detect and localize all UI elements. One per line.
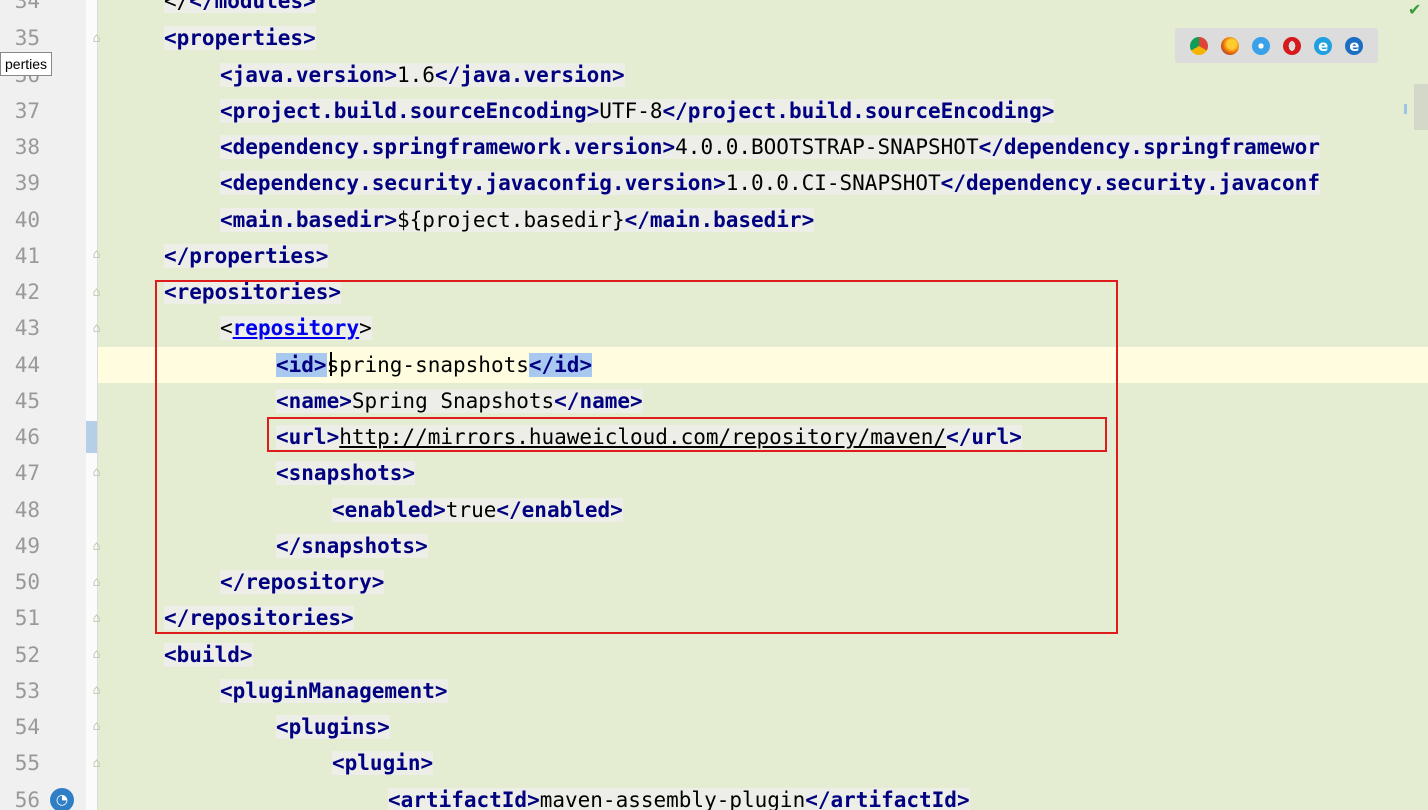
- tag-security-version-close: </dependency.security.javaconf: [940, 171, 1320, 195]
- code-line-39[interactable]: <dependency.security.javaconfig.version>…: [220, 165, 1320, 201]
- line-number: 55: [14, 751, 40, 775]
- fold-marker-icon[interactable]: ⌂: [89, 322, 104, 336]
- tag-build-open: <build>: [164, 643, 253, 667]
- fold-marker-icon[interactable]: ⌂: [89, 286, 104, 300]
- safari-icon[interactable]: [1251, 36, 1270, 55]
- code-line-34[interactable]: </</modules>: [164, 0, 316, 19]
- code-line-56[interactable]: <artifactId>maven-assembly-plugin</artif…: [388, 782, 970, 810]
- breadcrumb-tooltip: perties: [0, 52, 53, 76]
- tag-properties-open: <properties>: [164, 26, 316, 50]
- line-number: 42: [14, 280, 40, 304]
- line-number: 39: [14, 171, 40, 195]
- chrome-icon[interactable]: [1189, 36, 1208, 55]
- repositories-annotation-box: [155, 280, 1118, 634]
- code-line-53[interactable]: <pluginManagement>: [220, 673, 448, 709]
- tag-spring-version-open: <dependency.springframework.version>: [220, 135, 676, 159]
- opera-icon[interactable]: [1283, 36, 1302, 55]
- tag-encoding-open: <project.build.sourceEncoding>: [220, 99, 600, 123]
- java-version-value: 1.6: [397, 63, 435, 87]
- code-line-37[interactable]: <project.build.sourceEncoding>UTF-8</pro…: [220, 93, 1055, 129]
- spring-version-value: 4.0.0.BOOTSTRAP-SNAPSHOT: [675, 135, 979, 159]
- fold-marker-icon[interactable]: ⌂: [89, 720, 104, 734]
- code-line-35[interactable]: <properties>: [164, 20, 316, 56]
- ie-icon[interactable]: e: [1314, 36, 1333, 55]
- line-number: 48: [14, 498, 40, 522]
- fold-marker-icon[interactable]: ⌂: [89, 576, 104, 590]
- line-number: 53: [14, 679, 40, 703]
- tag-basedir-open: <main.basedir>: [220, 208, 398, 232]
- fold-marker-icon[interactable]: ⌂: [89, 466, 104, 480]
- line-number: 44: [14, 353, 40, 377]
- fold-marker-icon[interactable]: ⌂: [89, 648, 104, 662]
- tag-java-version-open: <java.version>: [220, 63, 398, 87]
- line-number: 46: [14, 425, 40, 449]
- fold-marker-icon[interactable]: ⌂: [89, 540, 104, 554]
- fold-marker-icon[interactable]: ⌂: [89, 757, 104, 771]
- code-line-54[interactable]: <plugins>: [276, 709, 390, 745]
- line-number: 47: [14, 461, 40, 485]
- change-marker: [86, 421, 97, 453]
- security-version-value: 1.0.0.CI-SNAPSHOT: [725, 171, 941, 195]
- line-number: 35: [14, 26, 40, 50]
- line-number: 38: [14, 135, 40, 159]
- line-number: 45: [14, 389, 40, 413]
- artifactid-value: maven-assembly-plugin: [539, 788, 806, 810]
- code-line-36[interactable]: <java.version>1.6</java.version>: [220, 57, 625, 93]
- line-number: 40: [14, 208, 40, 232]
- tag-java-version-close: </java.version>: [434, 63, 625, 87]
- scrollbar-marker: [1404, 104, 1407, 114]
- fold-marker-icon[interactable]: ⌂: [89, 684, 104, 698]
- tag-encoding-close: </project.build.sourceEncoding>: [662, 99, 1055, 123]
- fold-marker-icon[interactable]: ⌂: [89, 32, 104, 46]
- line-number: 52: [14, 643, 40, 667]
- edge-icon[interactable]: e: [1345, 36, 1364, 55]
- line-number: 56: [14, 788, 40, 810]
- tag-plugin-open: <plugin>: [332, 751, 434, 775]
- tag-artifactid-open: <artifactId>: [388, 788, 540, 810]
- encoding-value: UTF-8: [599, 99, 663, 123]
- code-editor[interactable]: 3435363738394041424344454647484950515253…: [0, 0, 1428, 810]
- basedir-value: ${project.basedir}: [397, 208, 625, 232]
- firefox-icon[interactable]: [1220, 36, 1239, 55]
- line-number: 34: [14, 0, 40, 13]
- tag-artifactid-close: </artifactId>: [805, 788, 970, 810]
- inspection-ok-icon[interactable]: ✔: [1408, 0, 1421, 19]
- open-in-browser-bar: e e: [1175, 28, 1378, 63]
- line-number: 54: [14, 715, 40, 739]
- tag-properties-close: </properties>: [164, 244, 329, 268]
- code-line-52[interactable]: <build>: [164, 637, 253, 673]
- line-number: 51: [14, 606, 40, 630]
- tag-security-version-open: <dependency.security.javaconfig.version>: [220, 171, 726, 195]
- tag-basedir-close: </main.basedir>: [624, 208, 815, 232]
- code-line-41[interactable]: </properties>: [164, 238, 329, 274]
- tag-pluginmanagement-open: <pluginManagement>: [220, 679, 448, 703]
- tag-plugins-open: <plugins>: [276, 715, 390, 739]
- code-line-55[interactable]: <plugin>: [332, 745, 434, 781]
- line-number: 50: [14, 570, 40, 594]
- tag-modules-close: </modules>: [189, 0, 316, 13]
- intention-bulb-icon[interactable]: ◔: [50, 788, 74, 810]
- tag-spring-version-close: </dependency.springframewor: [978, 135, 1320, 159]
- line-number: 41: [14, 244, 40, 268]
- line-number: 49: [14, 534, 40, 558]
- scrollbar-thumb[interactable]: [1414, 84, 1428, 130]
- fold-marker-icon[interactable]: ⌂: [89, 248, 104, 262]
- line-number: 43: [14, 316, 40, 340]
- line-number: 37: [14, 99, 40, 123]
- code-line-40[interactable]: <main.basedir>${project.basedir}</main.b…: [220, 202, 815, 238]
- code-line-38[interactable]: <dependency.springframework.version>4.0.…: [220, 129, 1320, 165]
- url-annotation-box: [267, 417, 1107, 452]
- fold-marker-icon[interactable]: ⌂: [89, 612, 104, 626]
